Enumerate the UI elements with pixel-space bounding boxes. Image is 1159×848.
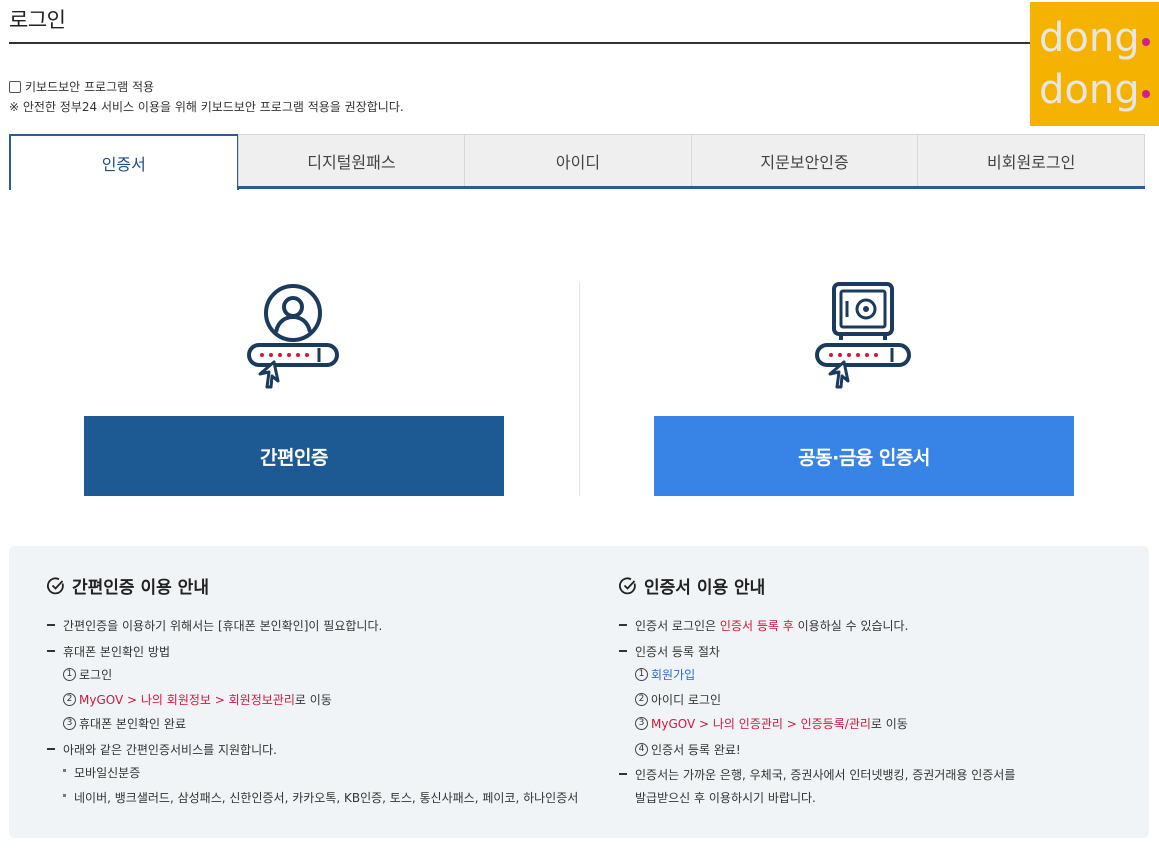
step-number: 3	[63, 717, 76, 730]
watermark-dot	[1142, 90, 1150, 98]
keyboard-security-label: 키보드보안 프로그램 적용	[25, 80, 155, 94]
step-number: 2	[63, 693, 76, 706]
guide-bullet: 모바일신분증	[63, 764, 140, 781]
cert-guide-title-text: 인증서 이용 안내	[644, 578, 766, 598]
guide-text: 인증서 등록 절차	[635, 645, 720, 659]
cert-guide-title: 인증서 이용 안내	[619, 573, 765, 598]
guide-path-text: MyGOV > 나의 회원정보 > 회원정보관리	[79, 693, 295, 707]
guide-step: 3 휴대폰 본인확인 완료	[63, 715, 186, 732]
guide-line: 인증서 로그인은 인증서 등록 후 이용하실 수 있습니다.	[619, 617, 908, 634]
guide-text: 인증서는 가까운 은행, 우체국, 증권사에서 인터넷뱅킹, 증권거래용 인증서…	[635, 768, 1016, 782]
keyboard-security-option[interactable]: 키보드보안 프로그램 적용	[9, 78, 154, 95]
simple-auth-button[interactable]: 간편인증	[84, 416, 504, 496]
step-number: 3	[635, 717, 648, 730]
step-number: 1	[63, 668, 76, 681]
tab-guest-login[interactable]: 비회원로그인	[917, 134, 1145, 186]
tab-digital-onepass[interactable]: 디지털원패스	[237, 134, 466, 186]
tab-certificate[interactable]: 인증서	[9, 134, 239, 190]
guide-line: 아래와 같은 간편인증서비스를 지원합니다.	[47, 741, 277, 758]
watermark-logo: dong dong	[1030, 2, 1159, 126]
guide-line-continued: 발급받으신 후 이용하시기 바랍니다.	[635, 791, 816, 805]
check-circle-icon	[619, 576, 636, 594]
guide-text: 휴대폰 본인확인 방법	[63, 645, 170, 659]
guide-step: 2 아이디 로그인	[635, 691, 721, 708]
login-tabs: 인증서 디지털원패스 아이디 지문보안인증 비회원로그인	[9, 134, 1145, 190]
guide-text: 간편인증을 이용하기 위해서는 [휴대폰 본인확인]이 필요합니다.	[63, 619, 383, 633]
guide-text: 아이디 로그인	[651, 693, 722, 707]
guide-line: 인증서 등록 절차	[619, 643, 720, 660]
tab-fingerprint[interactable]: 지문보안인증	[690, 134, 919, 186]
guide-step: 1 회원가입	[635, 666, 695, 683]
guide-text: 모바일신분증	[74, 766, 141, 780]
guide-highlight-text: 인증서 등록 후	[719, 619, 794, 633]
title-divider	[9, 42, 1039, 44]
guide-line: 휴대폰 본인확인 방법	[47, 643, 170, 660]
guide-text: 인증서 로그인은	[635, 619, 720, 633]
guide-text: 아래와 같은 간편인증서비스를 지원합니다.	[63, 743, 277, 757]
simple-auth-guide-title-text: 간편인증 이용 안내	[72, 578, 209, 598]
guide-step: 3 MyGOV > 나의 인증관리 > 인증등록/관리로 이동	[635, 715, 908, 732]
guide-line: 간편인증을 이용하기 위해서는 [휴대폰 본인확인]이 필요합니다.	[47, 617, 382, 634]
guide-text: 로 이동	[294, 693, 332, 707]
guide-text: 로그인	[79, 668, 113, 682]
guide-text: 로 이동	[870, 717, 908, 731]
guide-panel: 간편인증 이용 안내 간편인증을 이용하기 위해서는 [휴대폰 본인확인]이 필…	[9, 546, 1149, 838]
login-option-divider	[579, 282, 580, 496]
tab-id[interactable]: 아이디	[464, 134, 692, 186]
step-number: 2	[635, 693, 648, 706]
guide-line: 인증서는 가까운 은행, 우체국, 증권사에서 인터넷뱅킹, 증권거래용 인증서…	[619, 766, 1015, 783]
watermark-line2: dong	[1039, 67, 1140, 113]
safe-key-icon	[815, 282, 911, 389]
guide-step: 2 MyGOV > 나의 회원정보 > 회원정보관리로 이동	[63, 691, 332, 708]
watermark-line1: dong	[1039, 15, 1140, 61]
person-key-icon	[247, 284, 339, 389]
page-title: 로그인	[9, 8, 66, 32]
watermark-dot	[1142, 38, 1150, 46]
guide-path-text: MyGOV > 나의 인증관리 > 인증등록/관리	[651, 717, 871, 731]
step-number: 4	[635, 743, 648, 756]
keyboard-security-checkbox[interactable]	[9, 80, 21, 93]
guide-bullet: 네이버, 뱅크샐러드, 삼성패스, 신한인증서, 카카오톡, KB인증, 토스,…	[63, 789, 578, 806]
joint-cert-button[interactable]: 공동·금융 인증서	[654, 416, 1074, 496]
guide-text: 휴대폰 본인확인 완료	[79, 717, 186, 731]
guide-step: 1 로그인	[63, 666, 112, 683]
guide-text: 네이버, 뱅크샐러드, 삼성패스, 신한인증서, 카카오톡, KB인증, 토스,…	[74, 791, 579, 805]
guide-text: 인증서 등록 완료!	[651, 743, 741, 757]
keyboard-security-note: ※ 안전한 정부24 서비스 이용을 위해 키보드보안 프로그램 적용을 권장합…	[9, 100, 404, 114]
guide-step: 4 인증서 등록 완료!	[635, 741, 741, 758]
simple-auth-guide-title: 간편인증 이용 안내	[47, 573, 209, 598]
step-number: 1	[635, 668, 648, 681]
signup-link[interactable]: 회원가입	[651, 668, 695, 682]
check-circle-icon	[47, 576, 64, 594]
guide-text: 이용하실 수 있습니다.	[793, 619, 909, 633]
